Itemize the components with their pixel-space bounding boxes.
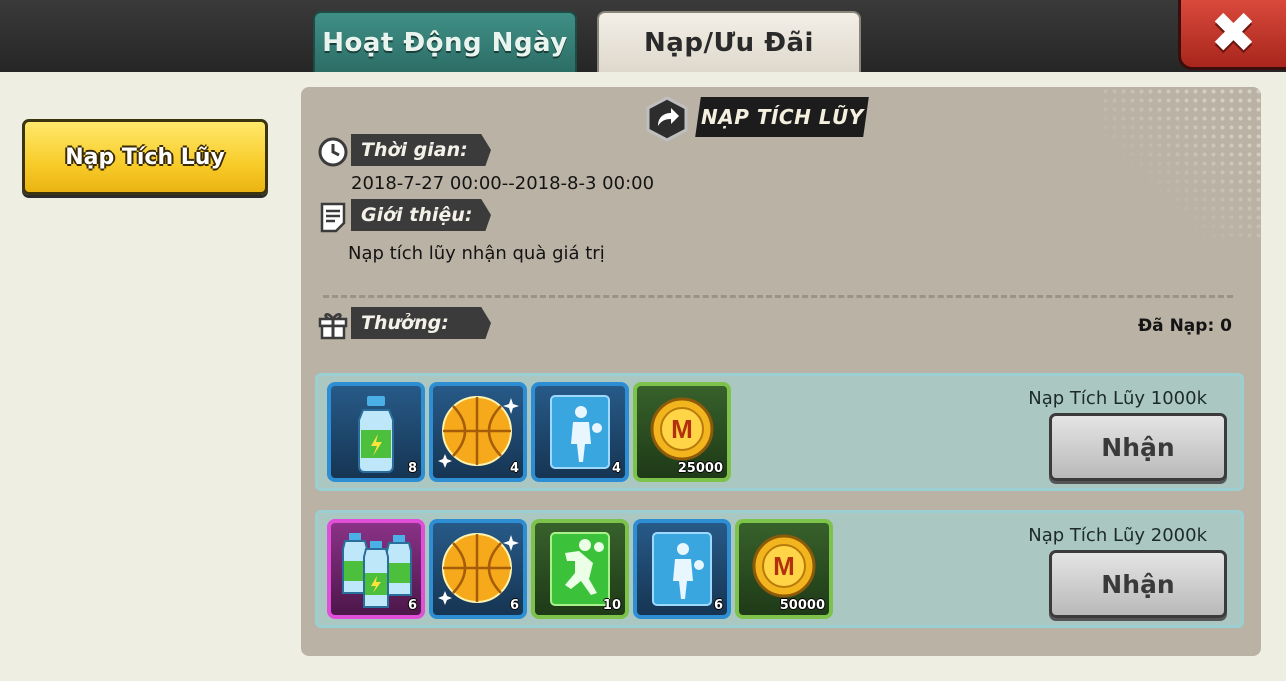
close-icon: ✖ bbox=[1210, 0, 1257, 66]
time-value: 2018-7-27 00:00--2018-8-3 00:00 bbox=[351, 173, 655, 194]
item-quantity: 4 bbox=[611, 461, 621, 476]
tier-label: Nạp Tích Lũy 1000k bbox=[1028, 388, 1207, 409]
intro-value: Nạp tích lũy nhận quà giá trị bbox=[348, 243, 605, 264]
item-quantity: 25000 bbox=[677, 461, 723, 476]
claim-button[interactable]: Nhận bbox=[1049, 413, 1227, 481]
reward-item[interactable]: 6 bbox=[327, 519, 425, 619]
item-quantity: 6 bbox=[509, 598, 519, 613]
clock-icon bbox=[318, 137, 348, 167]
top-bar: Hoạt Động Ngày Nạp/Ưu Đãi ✖ bbox=[0, 0, 1286, 73]
reward-item[interactable]: 6 bbox=[633, 519, 731, 619]
svg-text:M: M bbox=[773, 551, 795, 581]
reward-item[interactable]: M 50000 bbox=[735, 519, 833, 619]
tier-label: Nạp Tích Lũy 2000k bbox=[1028, 525, 1207, 546]
close-button[interactable]: ✖ bbox=[1178, 0, 1286, 70]
divider bbox=[323, 295, 1233, 298]
panel-title: NẠP TÍCH LŨY bbox=[695, 97, 869, 137]
tab-recharge-offers[interactable]: Nạp/Ưu Đãi bbox=[597, 11, 861, 73]
reward-item[interactable]: 4 bbox=[429, 382, 527, 482]
reward-label: Thưởng: bbox=[351, 307, 491, 339]
reward-item[interactable]: 8 bbox=[327, 382, 425, 482]
item-quantity: 4 bbox=[509, 461, 519, 476]
reward-tier-1000k: 8 4 4 M 25000 Nạp Tích Lũy 1000k Nhận bbox=[315, 373, 1244, 491]
svg-text:M: M bbox=[671, 414, 693, 444]
reward-item[interactable]: 10 bbox=[531, 519, 629, 619]
item-quantity: 8 bbox=[407, 461, 417, 476]
sidebar-item-cumulative-recharge[interactable]: Nạp Tích Lũy bbox=[22, 119, 268, 195]
share-arrow-icon bbox=[646, 96, 688, 142]
document-icon bbox=[320, 202, 346, 233]
reward-item[interactable]: M 25000 bbox=[633, 382, 731, 482]
reward-item[interactable]: 6 bbox=[429, 519, 527, 619]
panel-title-text: NẠP TÍCH LŨY bbox=[700, 105, 864, 129]
item-quantity: 10 bbox=[602, 598, 621, 613]
recharged-amount: Đã Nạp: 0 bbox=[1137, 316, 1232, 336]
reward-item[interactable]: 4 bbox=[531, 382, 629, 482]
claim-button[interactable]: Nhận bbox=[1049, 550, 1227, 618]
item-quantity: 6 bbox=[713, 598, 723, 613]
reward-tier-2000k: 6 6 10 6 M 50000 Nạp Tích Lũy 2000k Nhận bbox=[315, 510, 1244, 628]
intro-label: Giới thiệu: bbox=[351, 199, 491, 231]
time-label: Thời gian: bbox=[351, 134, 491, 166]
decorative-dots bbox=[1101, 87, 1261, 237]
item-quantity: 50000 bbox=[779, 598, 825, 613]
item-quantity: 6 bbox=[407, 598, 417, 613]
gift-icon bbox=[318, 313, 348, 340]
tab-daily-activity[interactable]: Hoạt Động Ngày bbox=[313, 11, 577, 72]
